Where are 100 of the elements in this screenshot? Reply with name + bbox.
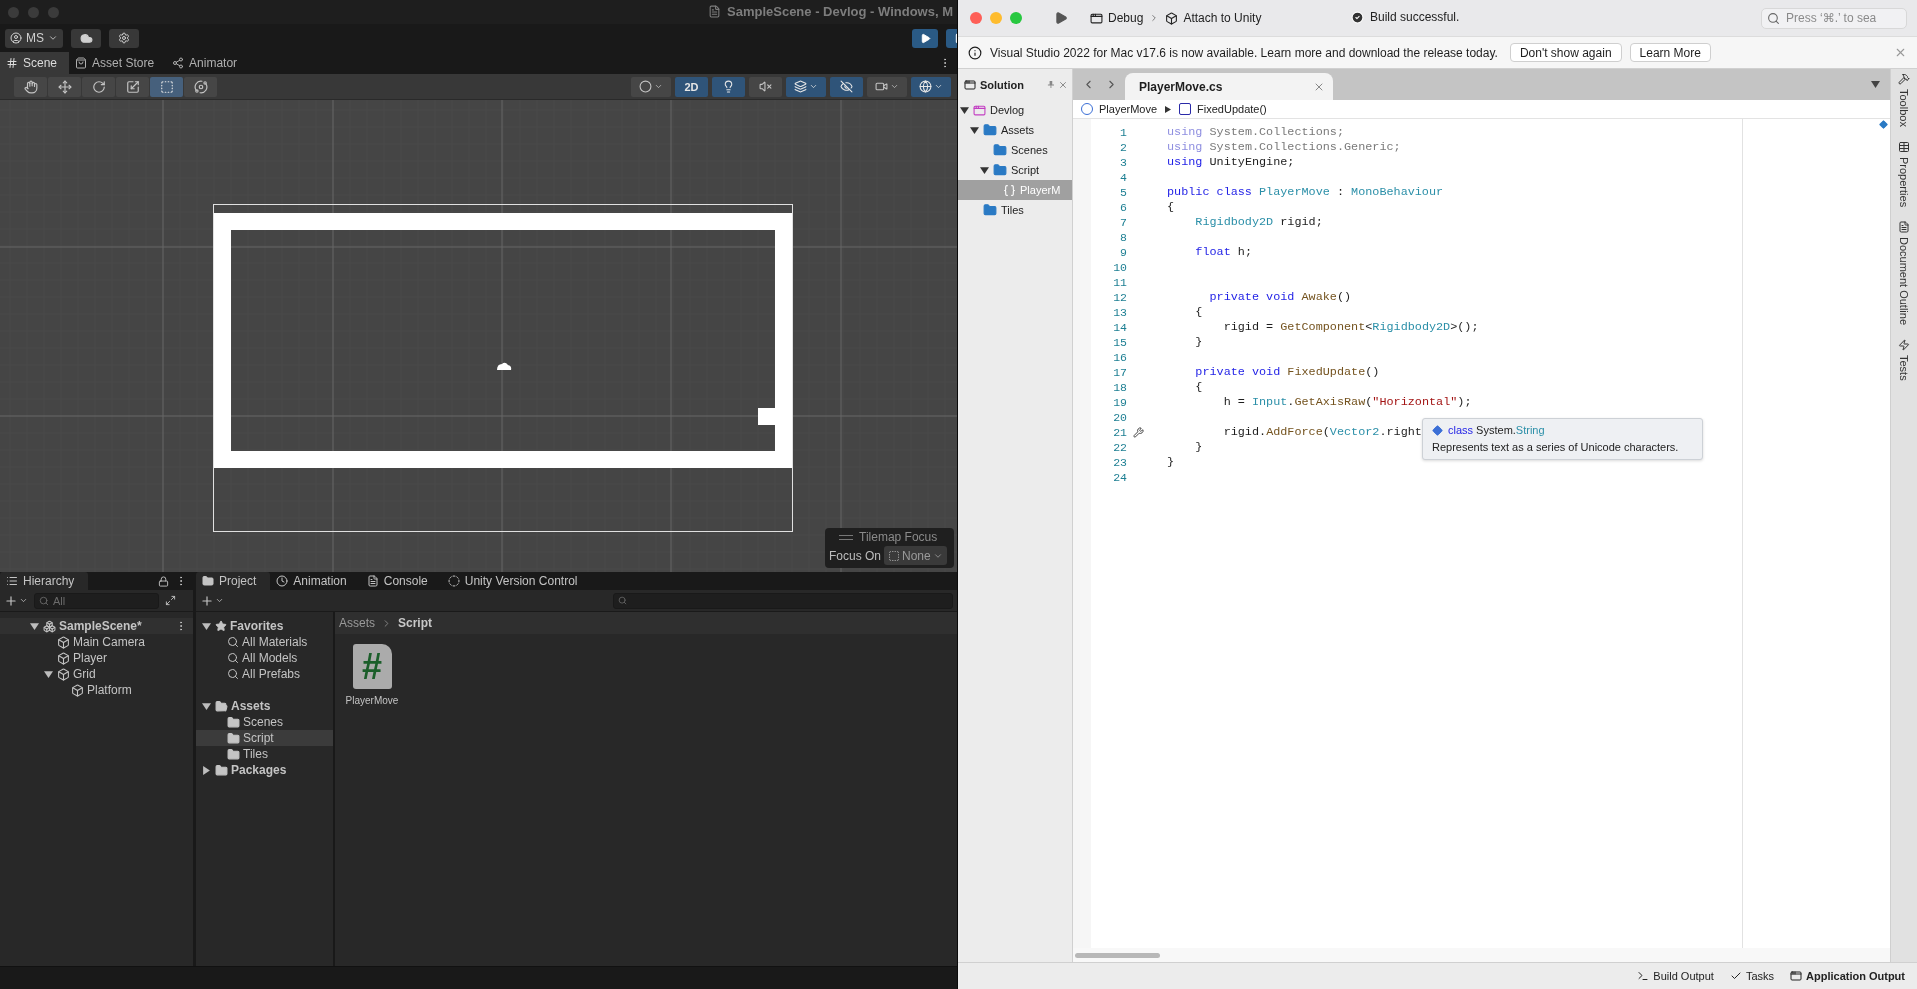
line-number: 13 xyxy=(1112,305,1127,320)
tool-button[interactable] xyxy=(150,76,183,97)
hierarchy-tab[interactable]: Hierarchy xyxy=(0,572,89,590)
project-tree-item[interactable]: Scenes xyxy=(243,715,284,729)
configuration-selector[interactable]: Debug xyxy=(1086,11,1148,25)
solution-item[interactable]: Scenes xyxy=(1011,144,1048,156)
focus-label: Focus On xyxy=(829,548,882,563)
add-button[interactable] xyxy=(4,593,28,608)
view-option-button[interactable] xyxy=(631,76,671,97)
project-tree-item[interactable]: Tiles xyxy=(243,747,268,761)
breadcrumb-item[interactable]: FixedUpdate() xyxy=(1179,103,1267,115)
transform-icon[interactable] xyxy=(193,79,208,94)
side-pad-tab[interactable]: Tests xyxy=(1898,355,1910,381)
panel-tab[interactable]: Console xyxy=(360,572,442,590)
close-icon[interactable] xyxy=(1894,46,1907,59)
panel-tab[interactable]: Animation xyxy=(270,572,361,590)
rect-icon[interactable] xyxy=(159,79,174,94)
panel-tab[interactable]: Unity Version Control xyxy=(441,572,592,590)
infobar-button[interactable]: Learn More xyxy=(1629,43,1711,62)
project-tree-item[interactable]: Favorites xyxy=(230,619,284,633)
move-icon[interactable] xyxy=(57,79,72,94)
expanded-arrow-icon[interactable] xyxy=(960,105,969,115)
project-tree-item[interactable]: Script xyxy=(243,731,274,745)
play-icon xyxy=(919,32,931,44)
side-pad-tab[interactable]: Properties xyxy=(1898,156,1910,208)
target-selector[interactable]: Attach to Unity xyxy=(1161,11,1266,25)
expanded-arrow-icon[interactable] xyxy=(30,621,39,631)
view-option-button[interactable] xyxy=(749,76,782,97)
scene-view[interactable] xyxy=(0,100,957,572)
collapsed-arrow-icon[interactable] xyxy=(202,765,211,775)
view-option-button[interactable] xyxy=(786,76,826,97)
account-button[interactable]: MS xyxy=(5,28,63,48)
hierarchy-item[interactable]: Grid xyxy=(73,667,96,681)
view-option-button[interactable] xyxy=(712,76,745,97)
panel-tab[interactable]: Project xyxy=(196,572,271,590)
solution-item[interactable]: Script xyxy=(1011,164,1040,176)
project-tree-item[interactable]: All Materials xyxy=(242,635,308,649)
project-tree-item[interactable]: Packages xyxy=(231,763,287,777)
project-tree-item[interactable]: All Models xyxy=(242,651,298,665)
breadcrumb-item[interactable]: Script xyxy=(398,616,433,630)
expanded-arrow-icon[interactable] xyxy=(970,125,979,135)
editor-tab[interactable]: Asset Store xyxy=(69,52,167,74)
services-button[interactable] xyxy=(109,28,139,48)
pin-icon[interactable] xyxy=(1047,81,1054,88)
rotate-icon[interactable] xyxy=(91,79,106,94)
tool-button[interactable] xyxy=(14,76,47,97)
folder-icon xyxy=(215,763,228,777)
tool-button[interactable] xyxy=(48,76,81,97)
hierarchy-item[interactable]: Platform xyxy=(87,683,132,697)
close-icon[interactable] xyxy=(1058,79,1068,90)
editor-tab[interactable]: Animator xyxy=(166,52,250,74)
view-option-button[interactable] xyxy=(911,76,951,97)
line-number: 19 xyxy=(1112,395,1127,410)
breadcrumb-item[interactable]: Assets xyxy=(339,616,375,630)
lock-icon[interactable] xyxy=(158,575,169,587)
tool-button[interactable] xyxy=(82,76,115,97)
view-option-button[interactable]: 2D xyxy=(675,76,708,97)
side-pad-tab[interactable]: Document Outline xyxy=(1898,237,1910,326)
hierarchy-item[interactable]: Player xyxy=(73,651,107,665)
expanded-arrow-icon[interactable] xyxy=(44,669,53,679)
caret-icon xyxy=(809,82,818,91)
search-field[interactable]: Press ‘⌘.’ to sea xyxy=(1761,7,1907,29)
expand-icon[interactable] xyxy=(165,595,176,606)
view-option-button[interactable] xyxy=(830,76,863,97)
infobar-button[interactable]: Don't show again xyxy=(1509,43,1622,62)
expanded-arrow-icon[interactable] xyxy=(202,621,211,631)
file-name[interactable]: PlayerMove xyxy=(345,695,399,706)
project-tree-item[interactable]: Assets xyxy=(231,699,271,713)
scrollbar-thumb[interactable] xyxy=(1075,952,1160,958)
status-pad-button[interactable]: Application Output xyxy=(1790,970,1905,982)
project-tree-item[interactable]: All Prefabs xyxy=(242,667,301,681)
editor-tab[interactable]: Scene xyxy=(0,52,70,74)
add-button[interactable] xyxy=(200,593,224,608)
solution-item[interactable]: Tiles xyxy=(1001,204,1024,216)
tool-button[interactable] xyxy=(184,76,217,97)
solution-item[interactable]: Assets xyxy=(1001,124,1034,136)
player-sprite xyxy=(497,362,512,370)
hand-icon[interactable] xyxy=(23,79,38,94)
breadcrumb-item[interactable]: PlayerMove xyxy=(1081,103,1158,115)
expanded-arrow-icon[interactable] xyxy=(202,701,211,711)
status-pad-button[interactable]: Build Output xyxy=(1637,970,1714,982)
expanded-arrow-icon[interactable] xyxy=(980,165,989,175)
drag-handle-icon[interactable] xyxy=(839,534,853,540)
scale-icon[interactable] xyxy=(125,79,140,94)
window-icon xyxy=(1090,11,1103,25)
cloud-button[interactable] xyxy=(71,28,101,48)
hierarchy-search-field[interactable]: All xyxy=(34,592,159,609)
tool-button[interactable] xyxy=(116,76,149,97)
focus-dropdown[interactable]: None xyxy=(884,546,947,565)
wrench-icon[interactable] xyxy=(1133,427,1144,438)
solution-item[interactable]: Devlog xyxy=(990,104,1025,116)
hierarchy-item[interactable]: Main Camera xyxy=(73,635,146,649)
dropdown-arrow-icon[interactable] xyxy=(1871,81,1880,88)
play-button[interactable] xyxy=(912,28,938,48)
view-option-button[interactable] xyxy=(867,76,907,97)
status-pad-button[interactable]: Tasks xyxy=(1729,970,1774,982)
dashed-square-icon xyxy=(888,549,901,562)
side-pad-tab[interactable]: Toolbox xyxy=(1898,89,1910,127)
project-search-field[interactable] xyxy=(613,592,953,609)
code-line: float h; xyxy=(1194,245,1252,260)
